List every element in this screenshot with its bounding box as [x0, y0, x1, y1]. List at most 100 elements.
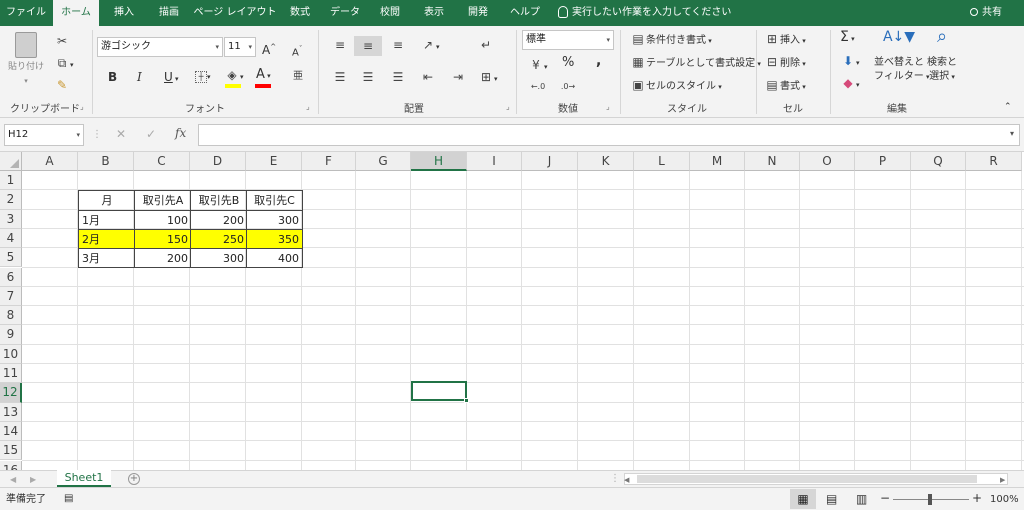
column-header-f[interactable]: F: [302, 152, 356, 171]
zoom-in-button[interactable]: +: [972, 491, 982, 505]
table-cell[interactable]: 250: [190, 228, 247, 250]
column-header-i[interactable]: I: [467, 152, 522, 171]
table-cell[interactable]: 400: [246, 248, 303, 269]
row-header-2[interactable]: 2: [0, 190, 22, 210]
table-cell[interactable]: 150: [134, 228, 191, 250]
table-cell[interactable]: 100: [134, 209, 191, 230]
fill-handle[interactable]: [464, 398, 469, 403]
expand-formula-bar-icon[interactable]: ▾: [1010, 127, 1014, 141]
format-as-table-button[interactable]: ▦ テーブルとして書式設定 ▾: [630, 55, 761, 71]
row-header-6[interactable]: 6: [0, 267, 22, 287]
tab-home[interactable]: ホーム: [53, 0, 99, 26]
column-header-e[interactable]: E: [246, 152, 302, 171]
column-header-m[interactable]: M: [690, 152, 745, 171]
decrease-decimal-button[interactable]: .0→: [560, 80, 576, 94]
row-header-12[interactable]: 12: [0, 383, 22, 403]
decrease-indent-button[interactable]: ⇤: [420, 70, 436, 86]
dialog-launcher-icon[interactable]: ⌟: [506, 102, 510, 111]
tab-data[interactable]: データ: [324, 0, 366, 26]
autosum-button[interactable]: Σ ▾: [840, 30, 855, 46]
row-header-16[interactable]: 16: [0, 460, 22, 470]
tab-split-grip[interactable]: ⋮: [610, 472, 620, 486]
tab-page-layout[interactable]: ページ レイアウト: [192, 0, 278, 26]
select-all-corner[interactable]: [0, 152, 22, 171]
table-cell[interactable]: 200: [190, 209, 247, 230]
align-left-button[interactable]: ☰: [332, 70, 348, 86]
tell-me-box[interactable]: 実行したい作業を入力してください: [558, 0, 731, 26]
row-header-7[interactable]: 7: [0, 286, 22, 307]
comma-button[interactable]: ,: [596, 54, 601, 68]
tab-file[interactable]: ファイル: [0, 0, 52, 26]
font-size-combo[interactable]: 11 ▾: [224, 37, 256, 57]
column-header-p[interactable]: P: [855, 152, 911, 171]
percent-button[interactable]: %: [562, 56, 574, 70]
row-header-8[interactable]: 8: [0, 306, 22, 326]
table-cell[interactable]: 300: [190, 248, 247, 269]
confirm-entry-icon[interactable]: ✓: [146, 127, 156, 141]
align-center-button[interactable]: ☰: [360, 70, 376, 86]
column-header-b[interactable]: B: [78, 152, 134, 171]
column-header-n[interactable]: N: [745, 152, 800, 171]
table-cell[interactable]: 300: [246, 209, 303, 230]
worksheet-grid[interactable]: ABCDEFGHIJKLMNOPQR 1 2 3 4 5 6 7 8 9 10 11 12 13 14 15…: [0, 152, 1024, 470]
fill-color-button[interactable]: ◈ ▾: [224, 68, 243, 84]
increase-decimal-button[interactable]: ←.0: [530, 80, 546, 94]
dialog-launcher-icon[interactable]: ⌟: [306, 102, 310, 111]
column-header-o[interactable]: O: [800, 152, 855, 171]
increase-indent-button[interactable]: ⇥: [450, 70, 466, 86]
table-cell[interactable]: 3月: [78, 248, 135, 269]
table-cell[interactable]: 月: [78, 190, 135, 211]
row-header-9[interactable]: 9: [0, 325, 22, 345]
format-painter-button[interactable]: ✎: [54, 78, 70, 94]
grow-font-button[interactable]: A^: [262, 40, 276, 57]
column-header-k[interactable]: K: [578, 152, 634, 171]
zoom-level[interactable]: 100%: [990, 493, 1019, 507]
table-cell[interactable]: 2月: [78, 228, 135, 250]
add-sheet-button[interactable]: +: [128, 473, 140, 485]
tab-draw[interactable]: 描画: [149, 0, 189, 26]
tab-review[interactable]: 校閲: [370, 0, 410, 26]
clear-button[interactable]: ◆ ▾: [840, 76, 859, 92]
collapse-ribbon-button[interactable]: ⌃: [1004, 100, 1012, 114]
scroll-left-icon[interactable]: ◀: [624, 473, 629, 487]
table-cell[interactable]: 350: [246, 228, 303, 250]
align-bottom-button[interactable]: ≡: [390, 38, 406, 54]
borders-button[interactable]: ┼ ▾: [195, 70, 211, 84]
row-header-3[interactable]: 3: [0, 209, 22, 229]
scroll-right-icon[interactable]: ▶: [1000, 473, 1005, 487]
dialog-launcher-icon[interactable]: ⌟: [606, 102, 610, 111]
column-header-h[interactable]: H: [411, 152, 467, 171]
page-layout-view-button[interactable]: ▤: [826, 492, 837, 506]
zoom-out-button[interactable]: −: [880, 491, 890, 505]
scrollbar-thumb[interactable]: [637, 475, 977, 483]
cut-button[interactable]: ✂: [54, 34, 70, 50]
insert-function-button[interactable]: fx: [175, 126, 186, 140]
paste-button[interactable]: 貼り付け ▾: [8, 32, 44, 88]
find-select-button[interactable]: ⌕ 検索と 選択 ▾: [924, 28, 960, 84]
table-cell[interactable]: 取引先C: [246, 190, 303, 211]
scroll-tabs-left-icon[interactable]: ◀: [10, 473, 16, 487]
cell-styles-button[interactable]: ▣ セルのスタイル ▾: [630, 78, 721, 94]
tab-help[interactable]: ヘルプ: [502, 0, 548, 26]
copy-button[interactable]: ⧉ ▾: [54, 56, 74, 72]
column-header-r[interactable]: R: [966, 152, 1022, 171]
row-header-13[interactable]: 13: [0, 402, 22, 422]
zoom-slider-thumb[interactable]: [928, 494, 932, 505]
conditional-formatting-button[interactable]: ▤ 条件付き書式 ▾: [630, 32, 711, 48]
table-cell[interactable]: 200: [134, 248, 191, 269]
tab-view[interactable]: 表示: [414, 0, 454, 26]
tab-developer[interactable]: 開発: [458, 0, 498, 26]
row-header-4[interactable]: 4: [0, 228, 22, 249]
row-header-1[interactable]: 1: [0, 171, 22, 191]
share-button[interactable]: 共有: [970, 0, 1002, 26]
column-header-c[interactable]: C: [134, 152, 190, 171]
row-header-5[interactable]: 5: [0, 248, 22, 268]
column-header-d[interactable]: D: [190, 152, 246, 171]
table-cell[interactable]: 取引先A: [134, 190, 191, 211]
phonetic-button[interactable]: 亜: [290, 70, 306, 84]
shrink-font-button[interactable]: Aˇ: [292, 42, 302, 60]
normal-view-button[interactable]: ▦: [790, 489, 816, 509]
sort-filter-button[interactable]: A↓▼ 並べ替えと フィルター ▾: [874, 30, 930, 84]
formula-input[interactable]: [198, 124, 1020, 146]
insert-cells-button[interactable]: ⊞ 挿入 ▾: [764, 32, 806, 48]
